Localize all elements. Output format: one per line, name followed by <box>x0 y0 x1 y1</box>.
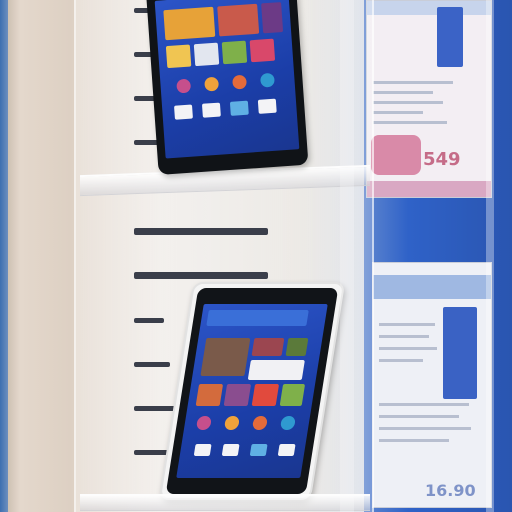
lower-shelf <box>80 494 370 511</box>
brochure-phone-image <box>443 307 477 399</box>
bottom-price-label: 16.90 <box>425 481 476 500</box>
brochure-phone-image <box>437 7 463 67</box>
bottom-brochure: 16.90 <box>372 262 492 508</box>
stand-slot <box>134 228 268 235</box>
promo-shape <box>371 135 421 175</box>
top-price-label: 549 <box>423 149 461 170</box>
top-brochure: 549 <box>366 0 492 198</box>
glass-reflection <box>340 0 354 512</box>
stand-slot <box>134 318 164 323</box>
stand-slot <box>134 272 268 279</box>
glass-reflection <box>486 0 494 512</box>
stand-slot <box>134 362 170 367</box>
upper-smartphone <box>145 0 309 176</box>
store-display-scene: 549 16.90 <box>0 0 512 512</box>
phone-screen <box>154 0 300 159</box>
left-blue-edge <box>0 0 8 512</box>
